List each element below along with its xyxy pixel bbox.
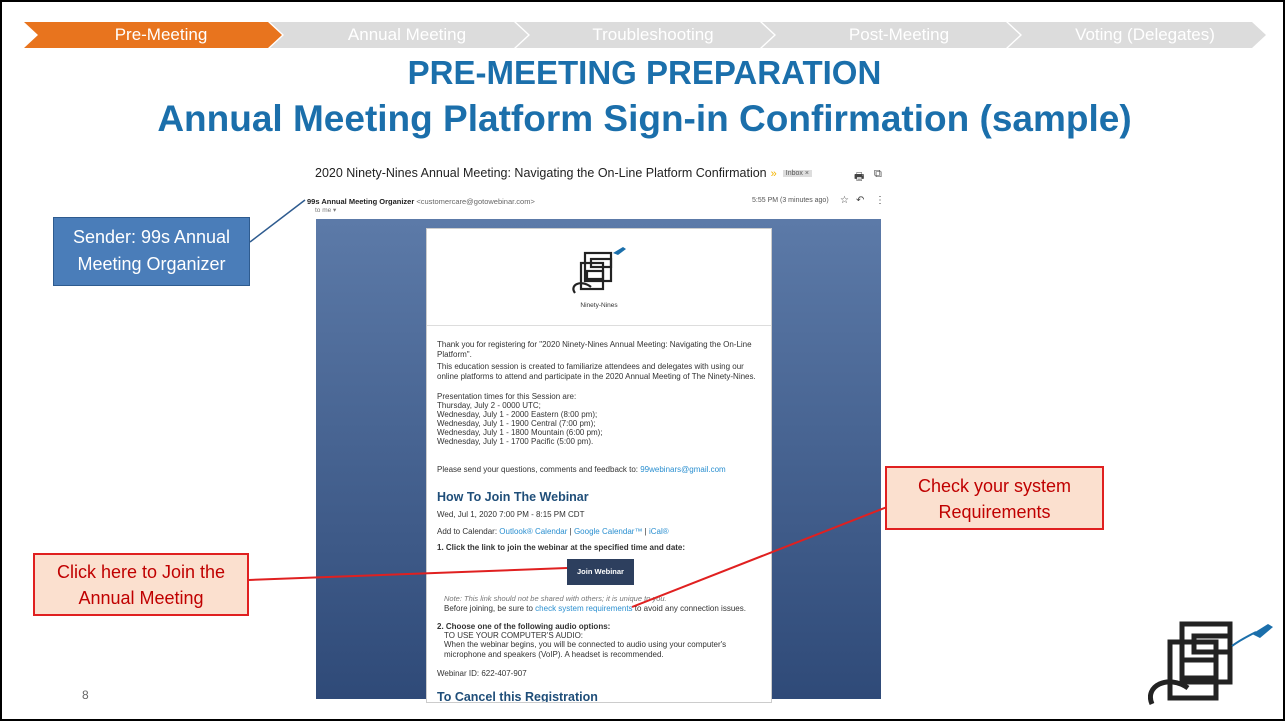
join-callout: Click here to Join the Annual Meeting (33, 553, 249, 616)
page-number: 8 (82, 688, 89, 702)
sender-callout: Sender: 99s Annual Meeting Organizer (53, 217, 250, 286)
slide: Pre-Meeting Annual Meeting Troubleshooti… (0, 0, 1285, 721)
requirements-callout: Check your system Requirements (885, 466, 1104, 530)
sender-connector-line (249, 199, 306, 243)
ninety-nines-corner-logo-icon (1148, 621, 1273, 706)
join-connector-line (248, 567, 568, 581)
requirements-connector-line (631, 506, 888, 608)
